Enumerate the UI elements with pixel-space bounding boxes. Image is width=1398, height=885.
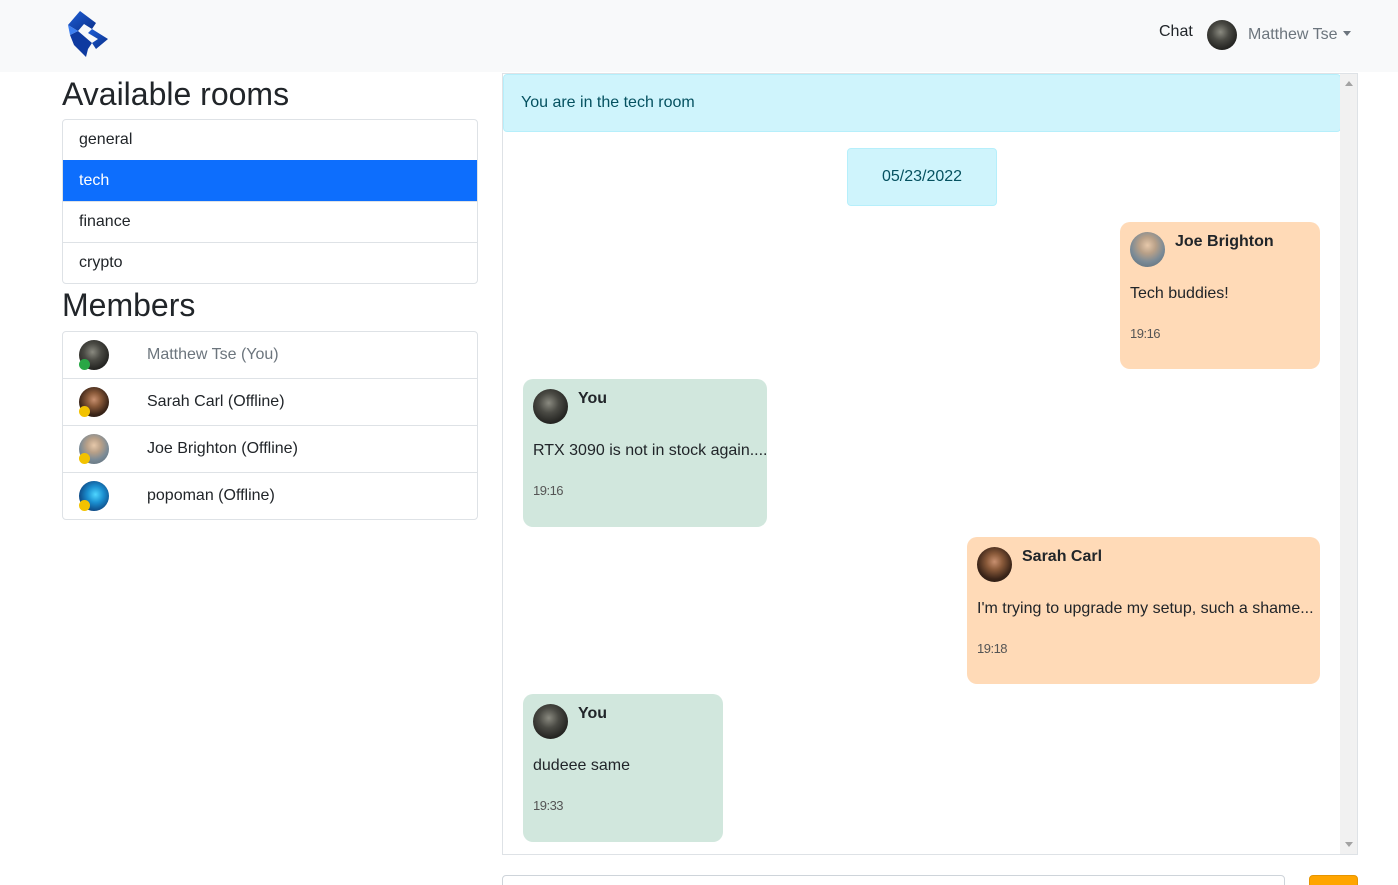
user-dropdown[interactable]: Matthew Tse (1207, 19, 1351, 51)
member-name: Joe Brighton (Offline) (147, 440, 298, 457)
scroll-up-icon[interactable] (1345, 81, 1353, 86)
message-sender: You (578, 389, 608, 407)
room-notice: You are in the tech room (503, 74, 1341, 132)
message-text: I'm trying to upgrade my setup, such a s… (977, 600, 1314, 617)
avatar (79, 434, 109, 464)
offline-status-icon (79, 406, 90, 417)
top-navbar: Chat Matthew Tse (0, 0, 1398, 72)
message-time: 19:33 (533, 798, 564, 813)
message-text: dudeee same (533, 757, 630, 774)
avatar (977, 547, 1012, 582)
member-name: popoman (Offline) (147, 487, 275, 504)
date-separator: 05/23/2022 (847, 148, 997, 206)
message-text: Tech buddies! (1130, 285, 1229, 302)
member-item: popoman (Offline) (63, 472, 477, 519)
member-name: Sarah Carl (Offline) (147, 393, 285, 410)
message-text: RTX 3090 is not in stock again.... (533, 442, 768, 459)
offline-status-icon (79, 500, 90, 511)
avatar (79, 387, 109, 417)
app-logo-icon[interactable] (62, 9, 112, 59)
message-sender: Sarah Carl (1022, 547, 1103, 565)
message-input[interactable] (502, 875, 1285, 885)
nav-chat-link[interactable]: Chat (1159, 23, 1193, 41)
room-item-finance[interactable]: finance (63, 201, 477, 242)
scroll-down-icon[interactable] (1345, 842, 1353, 847)
room-item-crypto[interactable]: crypto (63, 242, 477, 283)
member-item: Sarah Carl (Offline) (63, 378, 477, 425)
rooms-title: Available rooms (62, 76, 290, 112)
members-list: Matthew Tse (You) Sarah Carl (Offline) J… (62, 331, 478, 520)
user-avatar (1207, 20, 1237, 50)
online-status-icon (79, 359, 90, 370)
message-time: 19:16 (1130, 326, 1161, 341)
message-time: 19:18 (977, 641, 1008, 656)
message-sender: You (578, 704, 608, 722)
chat-messages-panel[interactable]: You are in the tech room 05/23/2022 Joe … (502, 73, 1358, 855)
user-name: Matthew Tse (1248, 26, 1338, 43)
chat-scrollbar[interactable] (1340, 74, 1357, 854)
message-bubble: You RTX 3090 is not in stock again.... 1… (523, 379, 768, 527)
message-bubble: You dudeee same 19:33 (523, 694, 723, 842)
room-item-general[interactable]: general (63, 120, 477, 160)
member-item: Matthew Tse (You) (63, 332, 477, 378)
avatar (533, 389, 568, 424)
avatar (79, 340, 109, 370)
message-bubble: Sarah Carl I'm trying to upgrade my setu… (967, 537, 1320, 684)
avatar (1130, 232, 1165, 267)
message-time: 19:16 (533, 483, 564, 498)
message-sender: Joe Brighton (1175, 232, 1274, 250)
offline-status-icon (79, 453, 90, 464)
room-item-tech[interactable]: tech (63, 160, 477, 201)
send-button[interactable] (1309, 875, 1358, 885)
caret-down-icon (1342, 30, 1351, 36)
rooms-list: general tech finance crypto (62, 119, 478, 284)
avatar (79, 481, 109, 511)
member-item: Joe Brighton (Offline) (63, 425, 477, 472)
message-bubble: Joe Brighton Tech buddies! 19:16 (1120, 222, 1320, 369)
avatar (533, 704, 568, 739)
members-title: Members (62, 287, 196, 323)
member-name: Matthew Tse (You) (147, 346, 279, 363)
